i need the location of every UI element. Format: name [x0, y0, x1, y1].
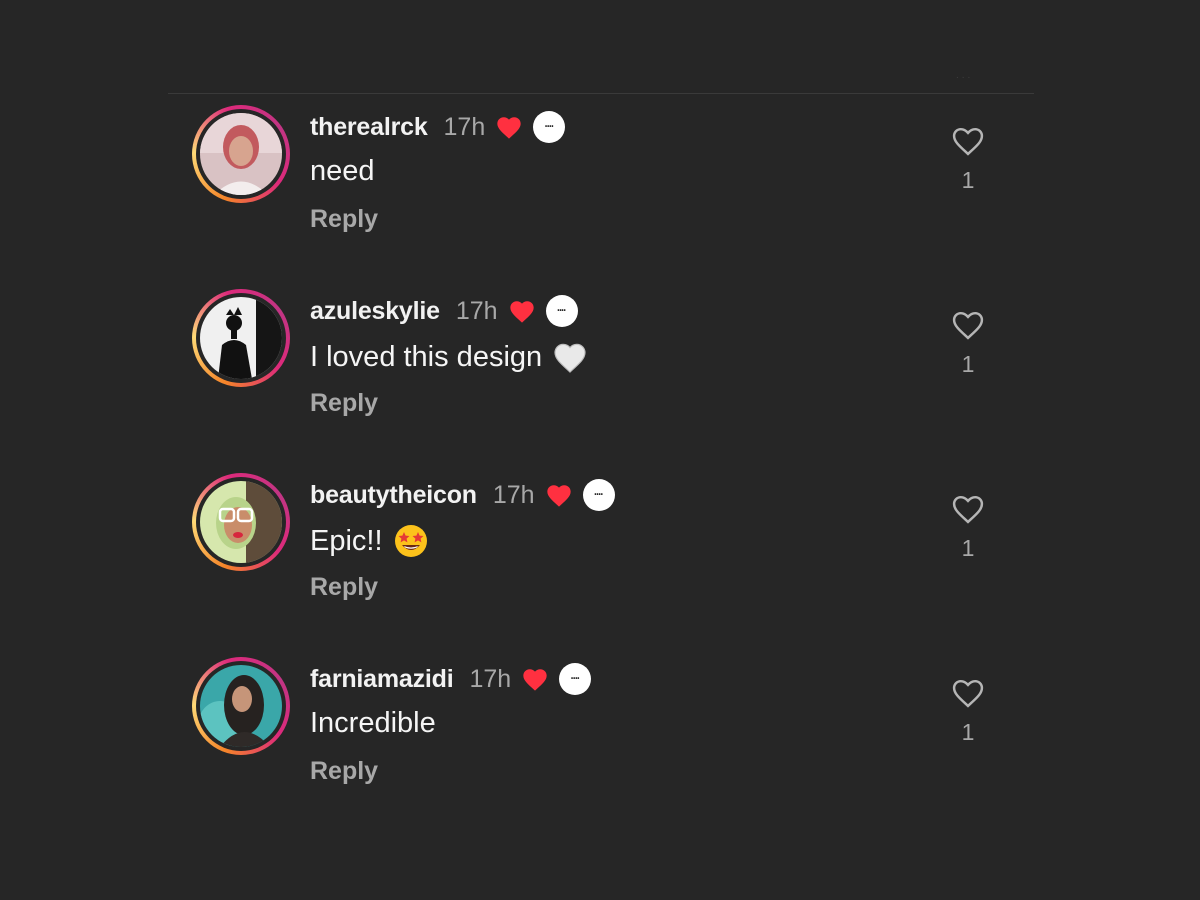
comment-text-row: I loved this design [310, 339, 588, 375]
timestamp: 17h [443, 112, 486, 141]
timestamp: 17h [455, 296, 498, 325]
star-struck-emoji-icon [394, 525, 427, 557]
like-count: 1 [961, 719, 975, 745]
comment-text: Incredible [310, 707, 436, 739]
comment-text: need [310, 155, 375, 187]
white-heart-emoji-icon [554, 343, 586, 373]
avatar-story-ring[interactable] [192, 289, 290, 387]
like-heart-icon[interactable] [949, 675, 987, 709]
username[interactable]: farniamazidi [310, 665, 454, 694]
comment-item: therealrck 17h •••• need Reply 1 [192, 105, 992, 265]
comment-item: azuleskylie 17h •••• I loved this design… [192, 289, 992, 449]
comment-text-row: Epic!! [310, 523, 429, 559]
divider [168, 93, 1034, 94]
username[interactable]: beautytheicon [310, 481, 477, 510]
creator-liked-heart-icon [523, 669, 547, 691]
avatar[interactable] [200, 113, 282, 195]
avatar-story-ring[interactable] [192, 657, 290, 755]
comment-text: I loved this design [310, 340, 543, 373]
comments-screen: ... therealrck 17h •••• need Reply 1 azu… [0, 0, 1200, 900]
like-heart-icon[interactable] [949, 123, 987, 157]
reply-button[interactable]: Reply [310, 757, 378, 786]
truncated-row-indicator: ... [956, 70, 974, 81]
timestamp: 17h [469, 664, 512, 693]
like-heart-icon[interactable] [949, 307, 987, 341]
username[interactable]: therealrck [310, 113, 428, 142]
timestamp: 17h [492, 480, 535, 509]
like-heart-icon[interactable] [949, 491, 987, 525]
creator-liked-heart-icon [509, 301, 534, 323]
like-count: 1 [961, 167, 975, 193]
avatar-story-ring[interactable] [192, 473, 290, 571]
reply-button[interactable]: Reply [310, 205, 378, 234]
creator-avatar-badge: •••• [545, 295, 578, 327]
creator-liked-heart-icon [497, 117, 521, 139]
comment-text: Epic!! [310, 524, 383, 557]
avatar[interactable] [200, 481, 282, 563]
comment-text-row: need [310, 155, 375, 188]
like-count: 1 [961, 351, 975, 377]
avatar[interactable] [200, 297, 282, 379]
avatar-story-ring[interactable] [192, 105, 290, 203]
like-count: 1 [961, 535, 975, 561]
avatar[interactable] [200, 665, 282, 747]
comment-item: farniamazidi 17h •••• Incredible Reply 1 [192, 657, 992, 817]
comment-text-row: Incredible [310, 707, 436, 740]
creator-avatar-badge: •••• [559, 663, 592, 695]
reply-button[interactable]: Reply [310, 389, 378, 418]
creator-liked-heart-icon [546, 485, 571, 507]
creator-avatar-badge: •••• [582, 479, 615, 511]
comment-item: beautytheicon 17h •••• Epic!! Reply 1 [192, 473, 992, 633]
username[interactable]: azuleskylie [310, 297, 440, 326]
creator-avatar-badge: •••• [533, 111, 566, 143]
reply-button[interactable]: Reply [310, 573, 378, 602]
